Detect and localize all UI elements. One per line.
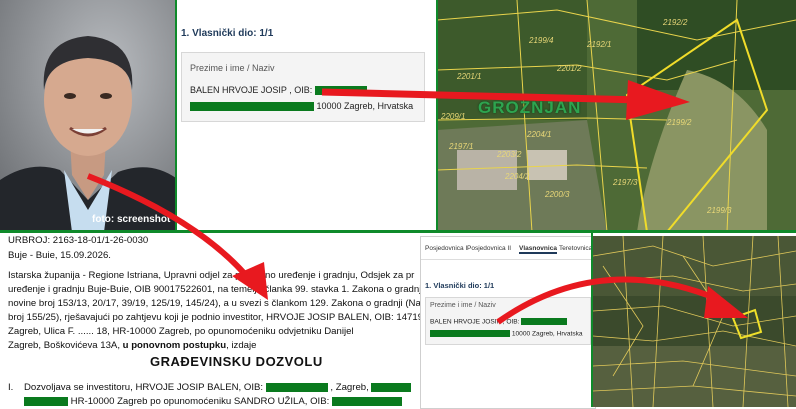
- arrow-curved-right-icon: [496, 276, 748, 325]
- annotation-arrows: [86, 80, 748, 325]
- arrow-right-icon: [321, 80, 690, 120]
- arrow-curved-down-icon: [86, 173, 268, 300]
